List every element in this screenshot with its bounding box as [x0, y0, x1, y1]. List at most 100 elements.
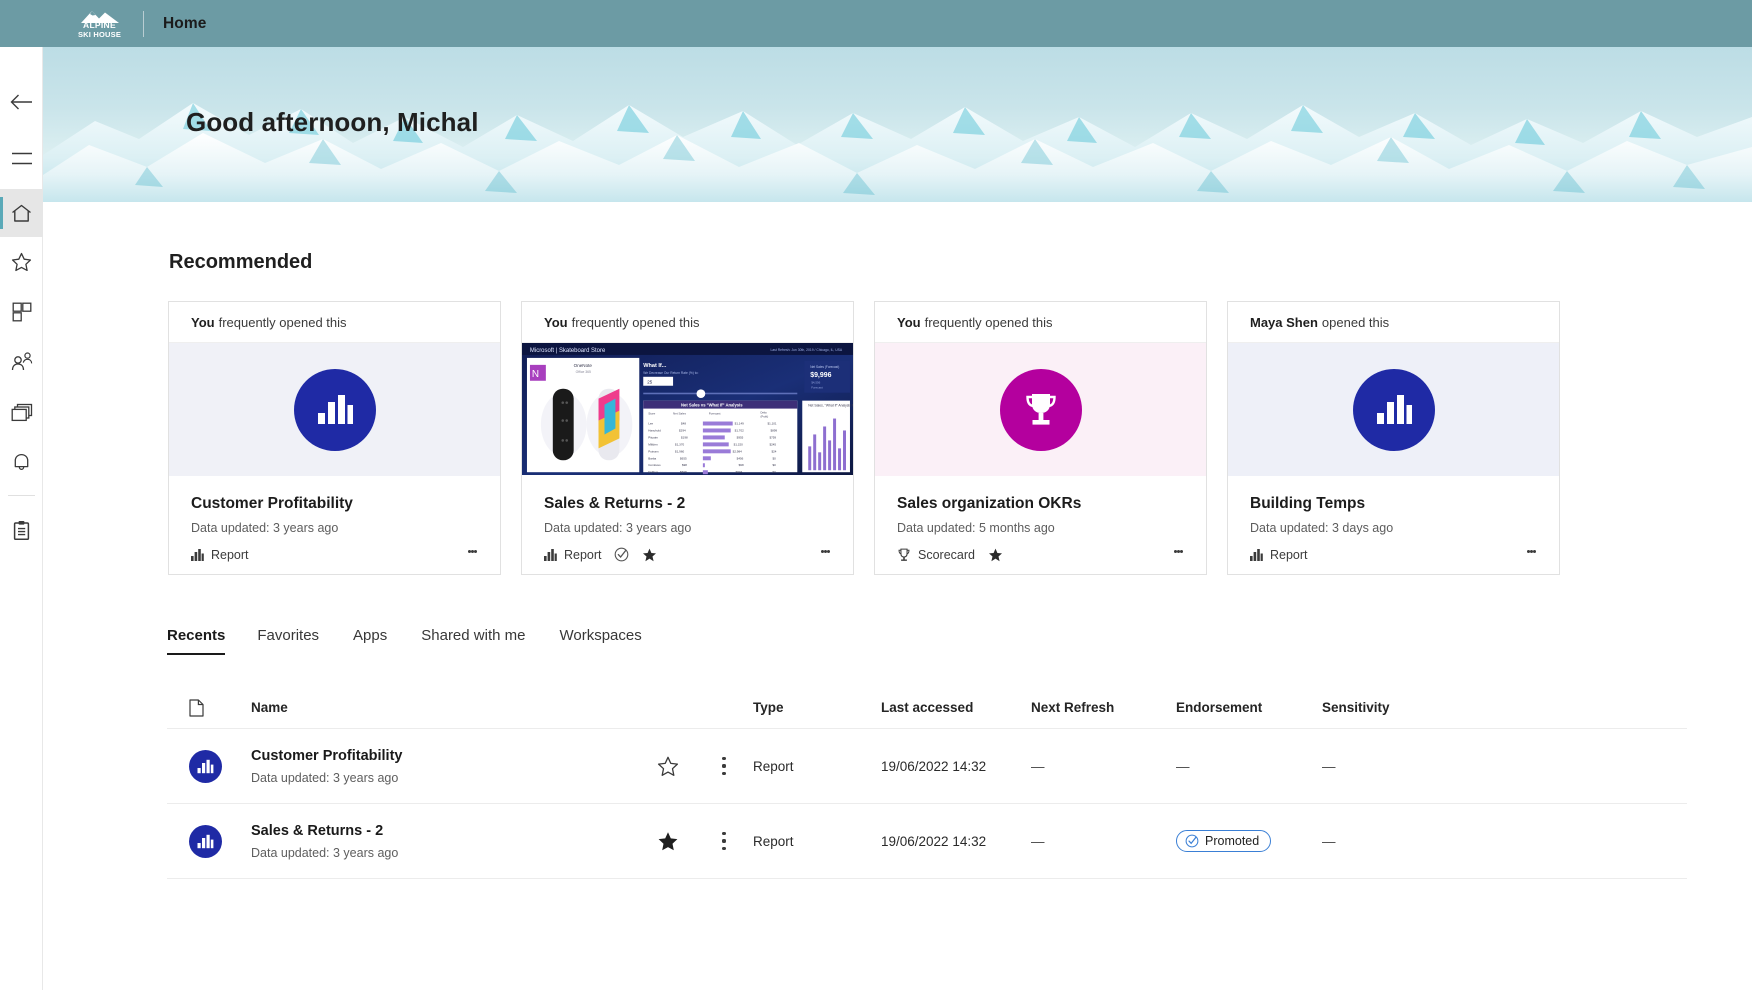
- tab-workspaces[interactable]: Workspaces: [542, 627, 658, 655]
- scorecard-badge: [999, 368, 1082, 451]
- sidebar-item-metrics[interactable]: [0, 505, 43, 555]
- card-thumbnail: [1228, 343, 1559, 476]
- card-subtitle: Data updated: 3 days ago: [1250, 521, 1394, 535]
- rail-divider: [8, 495, 35, 496]
- tab-shared-with-me[interactable]: Shared with me: [404, 627, 542, 655]
- svg-text:$24: $24: [771, 449, 776, 453]
- card-title: Sales & Returns - 2: [544, 495, 686, 512]
- svg-text:$0: $0: [772, 456, 776, 460]
- tab-apps[interactable]: Apps: [336, 627, 404, 655]
- sidebar-item-notifications[interactable]: [0, 437, 43, 487]
- row-next-refresh-cell: —: [1031, 758, 1045, 774]
- star-filled-icon[interactable]: [988, 548, 1003, 562]
- sidebar-item-home[interactable]: [0, 189, 43, 237]
- sidebar-item-browse[interactable]: [0, 287, 43, 337]
- svg-text:We Decrease Our Return Rate (%: We Decrease Our Return Rate (%) to:: [643, 371, 698, 375]
- column-header-endorsement[interactable]: Endorsement: [1176, 700, 1322, 715]
- card-body: Sales organization OKRs Data updated: 5 …: [875, 476, 1206, 574]
- row-more-options-button[interactable]: [695, 755, 753, 777]
- bell-icon: [14, 453, 29, 470]
- svg-text:Dollbux: Dollbux: [648, 470, 658, 474]
- sidebar-item-apps[interactable]: [0, 387, 43, 437]
- stacked-windows-icon: [11, 403, 32, 421]
- row-sensitivity-cell: —: [1322, 833, 1336, 849]
- svg-text:$98: $98: [739, 463, 744, 467]
- card-subtitle: Data updated: 3 years ago: [191, 521, 339, 535]
- tab-recents[interactable]: Recents: [167, 627, 240, 655]
- svg-text:$0: $0: [772, 463, 776, 467]
- card-actor: Maya Shen: [1250, 314, 1318, 330]
- nav-menu-button[interactable]: [0, 133, 43, 183]
- more-options-icon: [473, 549, 477, 553]
- nav-back-button[interactable]: [0, 77, 43, 127]
- table-row[interactable]: Customer Profitability Data updated: 3 y…: [167, 729, 1687, 804]
- row-next-refresh-cell: —: [1031, 833, 1045, 849]
- card-body: Customer Profitability Data updated: 3 y…: [169, 476, 500, 574]
- svg-text:(Profit): (Profit): [761, 415, 769, 419]
- row-sensitivity-cell: —: [1322, 758, 1336, 774]
- recommended-card[interactable]: Maya Shen opened this Building Temps Dat…: [1227, 301, 1560, 575]
- column-header-sensitivity[interactable]: Sensitivity: [1322, 700, 1462, 715]
- certified-check-circle-icon[interactable]: [614, 547, 629, 562]
- svg-text:Microsoft | Skateboard Store: Microsoft | Skateboard Store: [530, 348, 606, 354]
- row-favorite-button[interactable]: [641, 831, 695, 852]
- row-endorsement-cell: —: [1176, 758, 1190, 774]
- page-title: Home: [163, 14, 207, 32]
- svg-text:$955: $955: [737, 435, 744, 439]
- row-favorite-button[interactable]: [641, 756, 695, 777]
- alpine-ski-house-logo[interactable]: ALPINE SKI HOUSE: [73, 7, 126, 41]
- column-header-last-accessed[interactable]: Last accessed: [881, 700, 1031, 715]
- report-badge: [189, 749, 222, 783]
- svg-text:$198: $198: [681, 435, 688, 439]
- recommended-heading: Recommended: [169, 251, 313, 273]
- svg-text:$245: $245: [769, 442, 776, 446]
- card-more-options-button[interactable]: [1519, 538, 1543, 564]
- card-more-options-button[interactable]: [1166, 538, 1190, 564]
- svg-text:Net Sales, "What If" Analysis: Net Sales, "What If" Analysis Forecast: [808, 404, 853, 408]
- more-options-icon: [1179, 549, 1183, 553]
- sidebar-item-favorites[interactable]: [0, 237, 43, 287]
- card-action: opened this: [1321, 314, 1390, 330]
- svg-text:Comtives: Comtives: [648, 463, 661, 467]
- svg-text:$4,556: $4,556: [811, 381, 820, 385]
- svg-text:Store: Store: [648, 412, 655, 416]
- svg-text:Net Sales: Net Sales: [673, 412, 686, 416]
- row-icon-cell: [167, 749, 251, 783]
- sidebar-item-data-hub[interactable]: [0, 337, 43, 387]
- card-activity-header: You frequently opened this: [522, 302, 853, 343]
- column-header-type[interactable]: Type: [753, 700, 881, 715]
- row-title[interactable]: Sales & Returns - 2: [251, 823, 641, 839]
- brand-divider: [143, 10, 144, 37]
- status-badge[interactable]: Promoted: [1176, 830, 1272, 852]
- bar-chart-icon: [1376, 395, 1412, 424]
- recommended-card[interactable]: You frequently opened this: [874, 301, 1207, 575]
- bar-chart-icon: [317, 395, 353, 424]
- card-more-options-button[interactable]: [460, 538, 484, 564]
- card-type-label: Report: [564, 547, 602, 562]
- column-header-next-refresh[interactable]: Next Refresh: [1031, 700, 1176, 715]
- svg-text:OneNote: OneNote: [574, 363, 593, 368]
- tab-favorites[interactable]: Favorites: [240, 627, 336, 655]
- card-body: Building Temps Data updated: 3 days ago …: [1228, 476, 1559, 574]
- content-tabs: Recents Favorites Apps Shared with me Wo…: [167, 627, 659, 655]
- trophy-icon: [898, 548, 910, 561]
- recommended-card[interactable]: You frequently opened this Customer Prof…: [168, 301, 501, 575]
- logo-line-2: SKI HOUSE: [77, 29, 122, 39]
- card-title: Building Temps: [1250, 495, 1366, 512]
- card-more-options-button[interactable]: [813, 538, 837, 564]
- card-action: frequently opened this: [924, 314, 1053, 330]
- row-endorsement-cell: Promoted: [1176, 830, 1322, 852]
- card-body: Sales & Returns - 2 Data updated: 3 year…: [522, 476, 853, 574]
- svg-text:Last Refresh: Jun 30th, 2019 /: Last Refresh: Jun 30th, 2019 / Chicago, …: [770, 348, 842, 352]
- hero-banner: Good afternoon, Michal: [43, 47, 1752, 202]
- row-title[interactable]: Customer Profitability: [251, 748, 641, 764]
- svg-text:Putnam: Putnam: [648, 449, 659, 453]
- star-filled-icon[interactable]: [642, 548, 657, 562]
- recommended-card[interactable]: You frequently opened this: [521, 301, 854, 575]
- column-header-name[interactable]: Name: [251, 700, 641, 715]
- file-icon: [189, 698, 204, 717]
- table-row[interactable]: Sales & Returns - 2 Data updated: 3 year…: [167, 804, 1687, 879]
- greeting-text: Good afternoon, Michal: [186, 107, 479, 137]
- row-more-options-button[interactable]: [695, 830, 753, 852]
- svg-text:Net Sales vs "What If" Analysi: Net Sales vs "What If" Analysis: [681, 403, 743, 408]
